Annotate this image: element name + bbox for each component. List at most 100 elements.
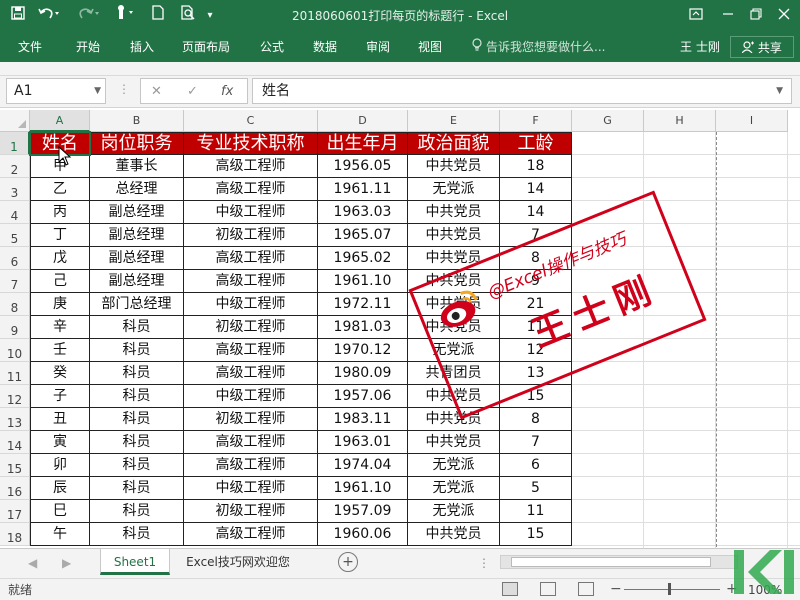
table-cell[interactable]: 巳 [30, 500, 90, 523]
table-cell[interactable]: 1972.11 [318, 293, 408, 316]
table-cell[interactable]: 1956.05 [318, 155, 408, 178]
table-cell[interactable]: 科员 [90, 454, 184, 477]
table-cell[interactable]: 中共党员 [408, 155, 500, 178]
undo-icon[interactable] [34, 0, 64, 32]
table-cell[interactable]: 无党派 [408, 454, 500, 477]
zoom-out-button[interactable]: − [610, 579, 622, 599]
table-cell[interactable]: 高级工程师 [184, 178, 318, 201]
table-cell[interactable]: 无党派 [408, 477, 500, 500]
tell-me-box[interactable]: 告诉我您想要做什么... [472, 32, 605, 62]
table-cell[interactable]: 5 [500, 477, 572, 500]
table-cell[interactable]: 中共党员 [408, 523, 500, 546]
row-header-2[interactable]: 2 [0, 155, 30, 178]
table-cell[interactable]: 1957.06 [318, 385, 408, 408]
table-cell[interactable]: 高级工程师 [184, 431, 318, 454]
table-cell[interactable]: 高级工程师 [184, 155, 318, 178]
touch-mode-icon[interactable] [110, 0, 140, 32]
ribbon-display-icon[interactable] [684, 0, 708, 32]
column-header-f[interactable]: F [500, 110, 572, 132]
table-cell[interactable]: 总经理 [90, 178, 184, 201]
chevron-down-icon[interactable]: ▼ [94, 79, 101, 103]
tab-formulas[interactable]: 公式 [260, 32, 284, 62]
normal-view-icon[interactable] [502, 582, 518, 596]
table-cell[interactable]: 副总经理 [90, 224, 184, 247]
table-cell[interactable]: 初级工程师 [184, 408, 318, 431]
row-header-15[interactable]: 15 [0, 454, 30, 477]
table-cell[interactable]: 高级工程师 [184, 362, 318, 385]
row-header-11[interactable]: 11 [0, 362, 30, 385]
row-header-16[interactable]: 16 [0, 477, 30, 500]
tab-file[interactable]: 文件 [18, 32, 42, 62]
row-header-7[interactable]: 7 [0, 270, 30, 293]
table-cell[interactable]: 15 [500, 523, 572, 546]
page-break-preview-icon[interactable] [578, 582, 594, 596]
table-cell[interactable]: 乙 [30, 178, 90, 201]
tab-split-grip-icon[interactable]: ⋮ [478, 549, 490, 577]
table-cell[interactable]: 寅 [30, 431, 90, 454]
customize-qat-icon[interactable]: ▾ [202, 0, 218, 32]
enter-icon[interactable]: ✓ [187, 79, 198, 105]
tab-insert[interactable]: 插入 [130, 32, 154, 62]
column-header-e[interactable]: E [408, 110, 500, 132]
table-cell[interactable]: 癸 [30, 362, 90, 385]
table-cell[interactable]: 中级工程师 [184, 477, 318, 500]
header-cell[interactable]: 专业技术职称 [184, 132, 318, 155]
column-header-c[interactable]: C [184, 110, 318, 132]
horizontal-scroll-thumb[interactable] [511, 557, 711, 567]
print-preview-icon[interactable] [176, 0, 200, 32]
table-cell[interactable]: 1961.10 [318, 477, 408, 500]
table-cell[interactable]: 科员 [90, 523, 184, 546]
table-cell[interactable]: 辛 [30, 316, 90, 339]
header-cell[interactable]: 工龄 [500, 132, 572, 155]
table-cell[interactable]: 中级工程师 [184, 201, 318, 224]
table-cell[interactable]: 壬 [30, 339, 90, 362]
column-header-d[interactable]: D [318, 110, 408, 132]
table-cell[interactable]: 1981.03 [318, 316, 408, 339]
header-cell[interactable]: 出生年月 [318, 132, 408, 155]
table-cell[interactable]: 科员 [90, 431, 184, 454]
table-cell[interactable]: 1980.09 [318, 362, 408, 385]
tab-data[interactable]: 数据 [313, 32, 337, 62]
table-cell[interactable]: 无党派 [408, 500, 500, 523]
table-cell[interactable]: 初级工程师 [184, 500, 318, 523]
table-cell[interactable]: 无党派 [408, 178, 500, 201]
table-cell[interactable]: 1960.06 [318, 523, 408, 546]
formula-input[interactable]: 姓名 ▼ [252, 78, 792, 104]
table-cell[interactable]: 中共党员 [408, 408, 500, 431]
table-cell[interactable]: 1963.01 [318, 431, 408, 454]
tab-home[interactable]: 开始 [76, 32, 100, 62]
table-cell[interactable]: 戊 [30, 247, 90, 270]
table-cell[interactable]: 1961.11 [318, 178, 408, 201]
table-cell[interactable]: 高级工程师 [184, 454, 318, 477]
row-header-1[interactable]: 1 [0, 132, 30, 155]
zoom-slider[interactable] [624, 589, 720, 590]
row-header-18[interactable]: 18 [0, 523, 30, 546]
sheet-tab-welcome[interactable]: Excel技巧网欢迎您 [176, 549, 300, 575]
table-cell[interactable]: 中级工程师 [184, 385, 318, 408]
table-cell[interactable]: 1965.02 [318, 247, 408, 270]
header-cell[interactable]: 岗位职务 [90, 132, 184, 155]
table-cell[interactable]: 1963.03 [318, 201, 408, 224]
table-cell[interactable]: 丙 [30, 201, 90, 224]
table-cell[interactable]: 8 [500, 408, 572, 431]
table-cell[interactable]: 副总经理 [90, 247, 184, 270]
tab-view[interactable]: 视图 [418, 32, 442, 62]
table-cell[interactable]: 科员 [90, 316, 184, 339]
user-name[interactable]: 王 士刚 [680, 32, 720, 62]
select-all-button[interactable] [0, 110, 30, 132]
column-header-b[interactable]: B [90, 110, 184, 132]
tab-page-layout[interactable]: 页面布局 [182, 32, 230, 62]
table-cell[interactable]: 1961.10 [318, 270, 408, 293]
row-header-13[interactable]: 13 [0, 408, 30, 431]
horizontal-scrollbar[interactable] [500, 555, 738, 569]
redo-icon[interactable] [74, 0, 104, 32]
name-box[interactable]: A1 ▼ [6, 78, 106, 104]
tab-review[interactable]: 审阅 [366, 32, 390, 62]
row-header-17[interactable]: 17 [0, 500, 30, 523]
table-cell[interactable]: 11 [500, 500, 572, 523]
column-header-a[interactable]: A [30, 110, 90, 132]
column-header-h[interactable]: H [644, 110, 716, 132]
table-cell[interactable]: 卯 [30, 454, 90, 477]
table-cell[interactable]: 6 [500, 454, 572, 477]
table-cell[interactable]: 董事长 [90, 155, 184, 178]
